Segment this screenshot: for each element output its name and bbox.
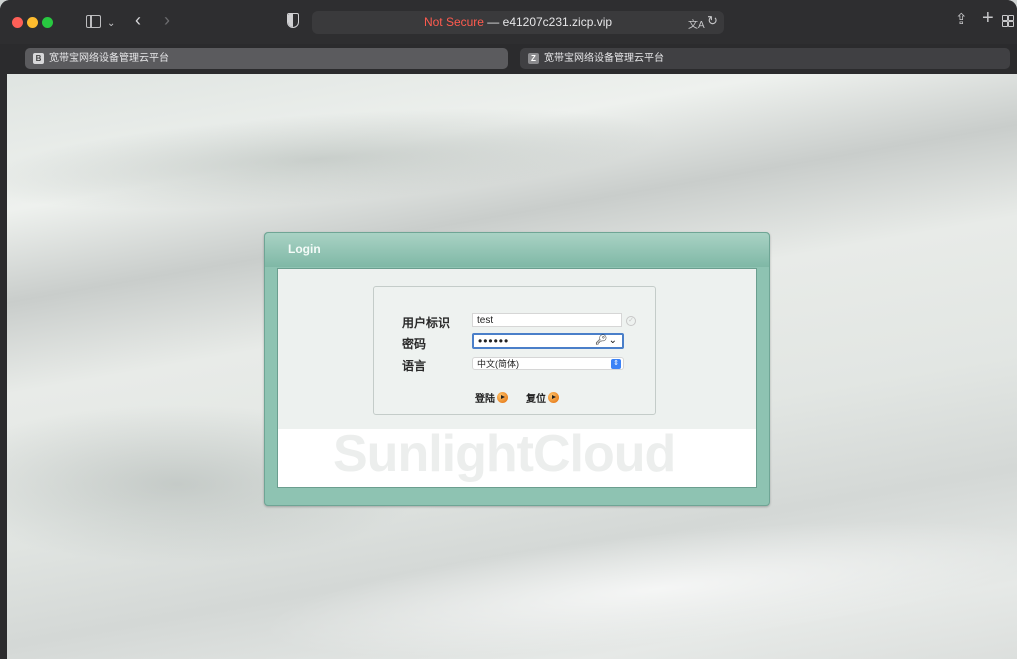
password-value: •••••• <box>478 334 510 348</box>
password-input[interactable]: •••••• 🔑︎⌄ <box>472 333 624 349</box>
page-content: Login 用户标识 test ✓ 密码 •••••• 🔑︎⌄ 语言 中文(简体… <box>7 74 1017 659</box>
language-selected-value: 中文(简体) <box>477 359 519 369</box>
login-panel: Login 用户标识 test ✓ 密码 •••••• 🔑︎⌄ 语言 中文(简体… <box>264 232 770 506</box>
chevron-down-icon[interactable]: ⌄ <box>107 14 115 34</box>
login-button[interactable]: 登陆 <box>475 390 508 405</box>
form-area: 用户标识 test ✓ 密码 •••••• 🔑︎⌄ 语言 中文(简体) ⇕ 登陆… <box>278 269 756 429</box>
new-tab-plus-icon[interactable]: + <box>982 8 994 28</box>
select-arrows-icon: ⇕ <box>611 359 621 369</box>
tab-active[interactable]: B 宽带宝网络设备管理云平台 <box>25 48 508 69</box>
login-form: 用户标识 test ✓ 密码 •••••• 🔑︎⌄ 语言 中文(简体) ⇕ 登陆… <box>373 286 656 415</box>
login-body: 用户标识 test ✓ 密码 •••••• 🔑︎⌄ 语言 中文(简体) ⇕ 登陆… <box>277 268 757 488</box>
address-host: e41207c231.zicp.vip <box>502 15 613 29</box>
zoom-window-button[interactable] <box>42 17 53 28</box>
back-arrow-icon[interactable]: ‹ <box>135 10 141 30</box>
sidebar-toggle-icon[interactable] <box>86 15 101 28</box>
privacy-shield-icon[interactable] <box>287 13 299 28</box>
username-input[interactable]: test <box>472 313 622 327</box>
reset-button-label: 复位 <box>526 394 546 405</box>
share-icon[interactable]: ⇪ <box>955 10 968 30</box>
tab-inactive[interactable]: Z 宽带宝网络设备管理云平台 <box>520 48 1010 69</box>
tab-favicon-icon: B <box>33 53 44 64</box>
close-window-button[interactable] <box>12 17 23 28</box>
minimize-window-button[interactable] <box>27 17 38 28</box>
password-label: 密码 <box>402 337 427 351</box>
browser-toolbar: ⌄ ‹ › Not Secure — e41207c231.zicp.vip 文… <box>0 0 1017 44</box>
address-text: Not Secure — e41207c231.zicp.vip <box>312 15 724 29</box>
play-arrow-icon <box>548 392 559 403</box>
reset-button[interactable]: 复位 <box>526 390 559 405</box>
username-label: 用户标识 <box>402 316 451 330</box>
not-secure-label: Not Secure <box>423 15 484 29</box>
brand-watermark: SunlightCloud <box>333 425 676 483</box>
login-button-label: 登陆 <box>475 394 495 405</box>
autofill-check-icon: ✓ <box>626 316 636 326</box>
play-arrow-icon <box>497 392 508 403</box>
reload-icon[interactable]: ↻ <box>707 13 718 29</box>
background-cloud <box>7 89 670 229</box>
translate-icon[interactable]: 文A <box>688 16 705 31</box>
language-label: 语言 <box>402 359 427 373</box>
login-header: Login <box>265 233 769 267</box>
browser-window: ⌄ ‹ › Not Secure — e41207c231.zicp.vip 文… <box>0 0 1017 659</box>
tab-favicon-icon: Z <box>528 53 539 64</box>
language-select[interactable]: 中文(简体) ⇕ <box>472 357 624 370</box>
tab-overview-icon[interactable] <box>1002 15 1014 27</box>
password-key-icon[interactable]: 🔑︎⌄ <box>595 335 618 347</box>
tab-title: 宽带宝网络设备管理云平台 <box>49 53 169 64</box>
address-separator: — <box>483 15 503 29</box>
forward-arrow-icon[interactable]: › <box>164 10 170 30</box>
tab-title: 宽带宝网络设备管理云平台 <box>544 53 664 64</box>
address-bar[interactable]: Not Secure — e41207c231.zicp.vip <box>312 11 724 34</box>
login-title: Login <box>288 242 321 256</box>
tab-bar: B 宽带宝网络设备管理云平台 Z 宽带宝网络设备管理云平台 <box>0 44 1017 74</box>
